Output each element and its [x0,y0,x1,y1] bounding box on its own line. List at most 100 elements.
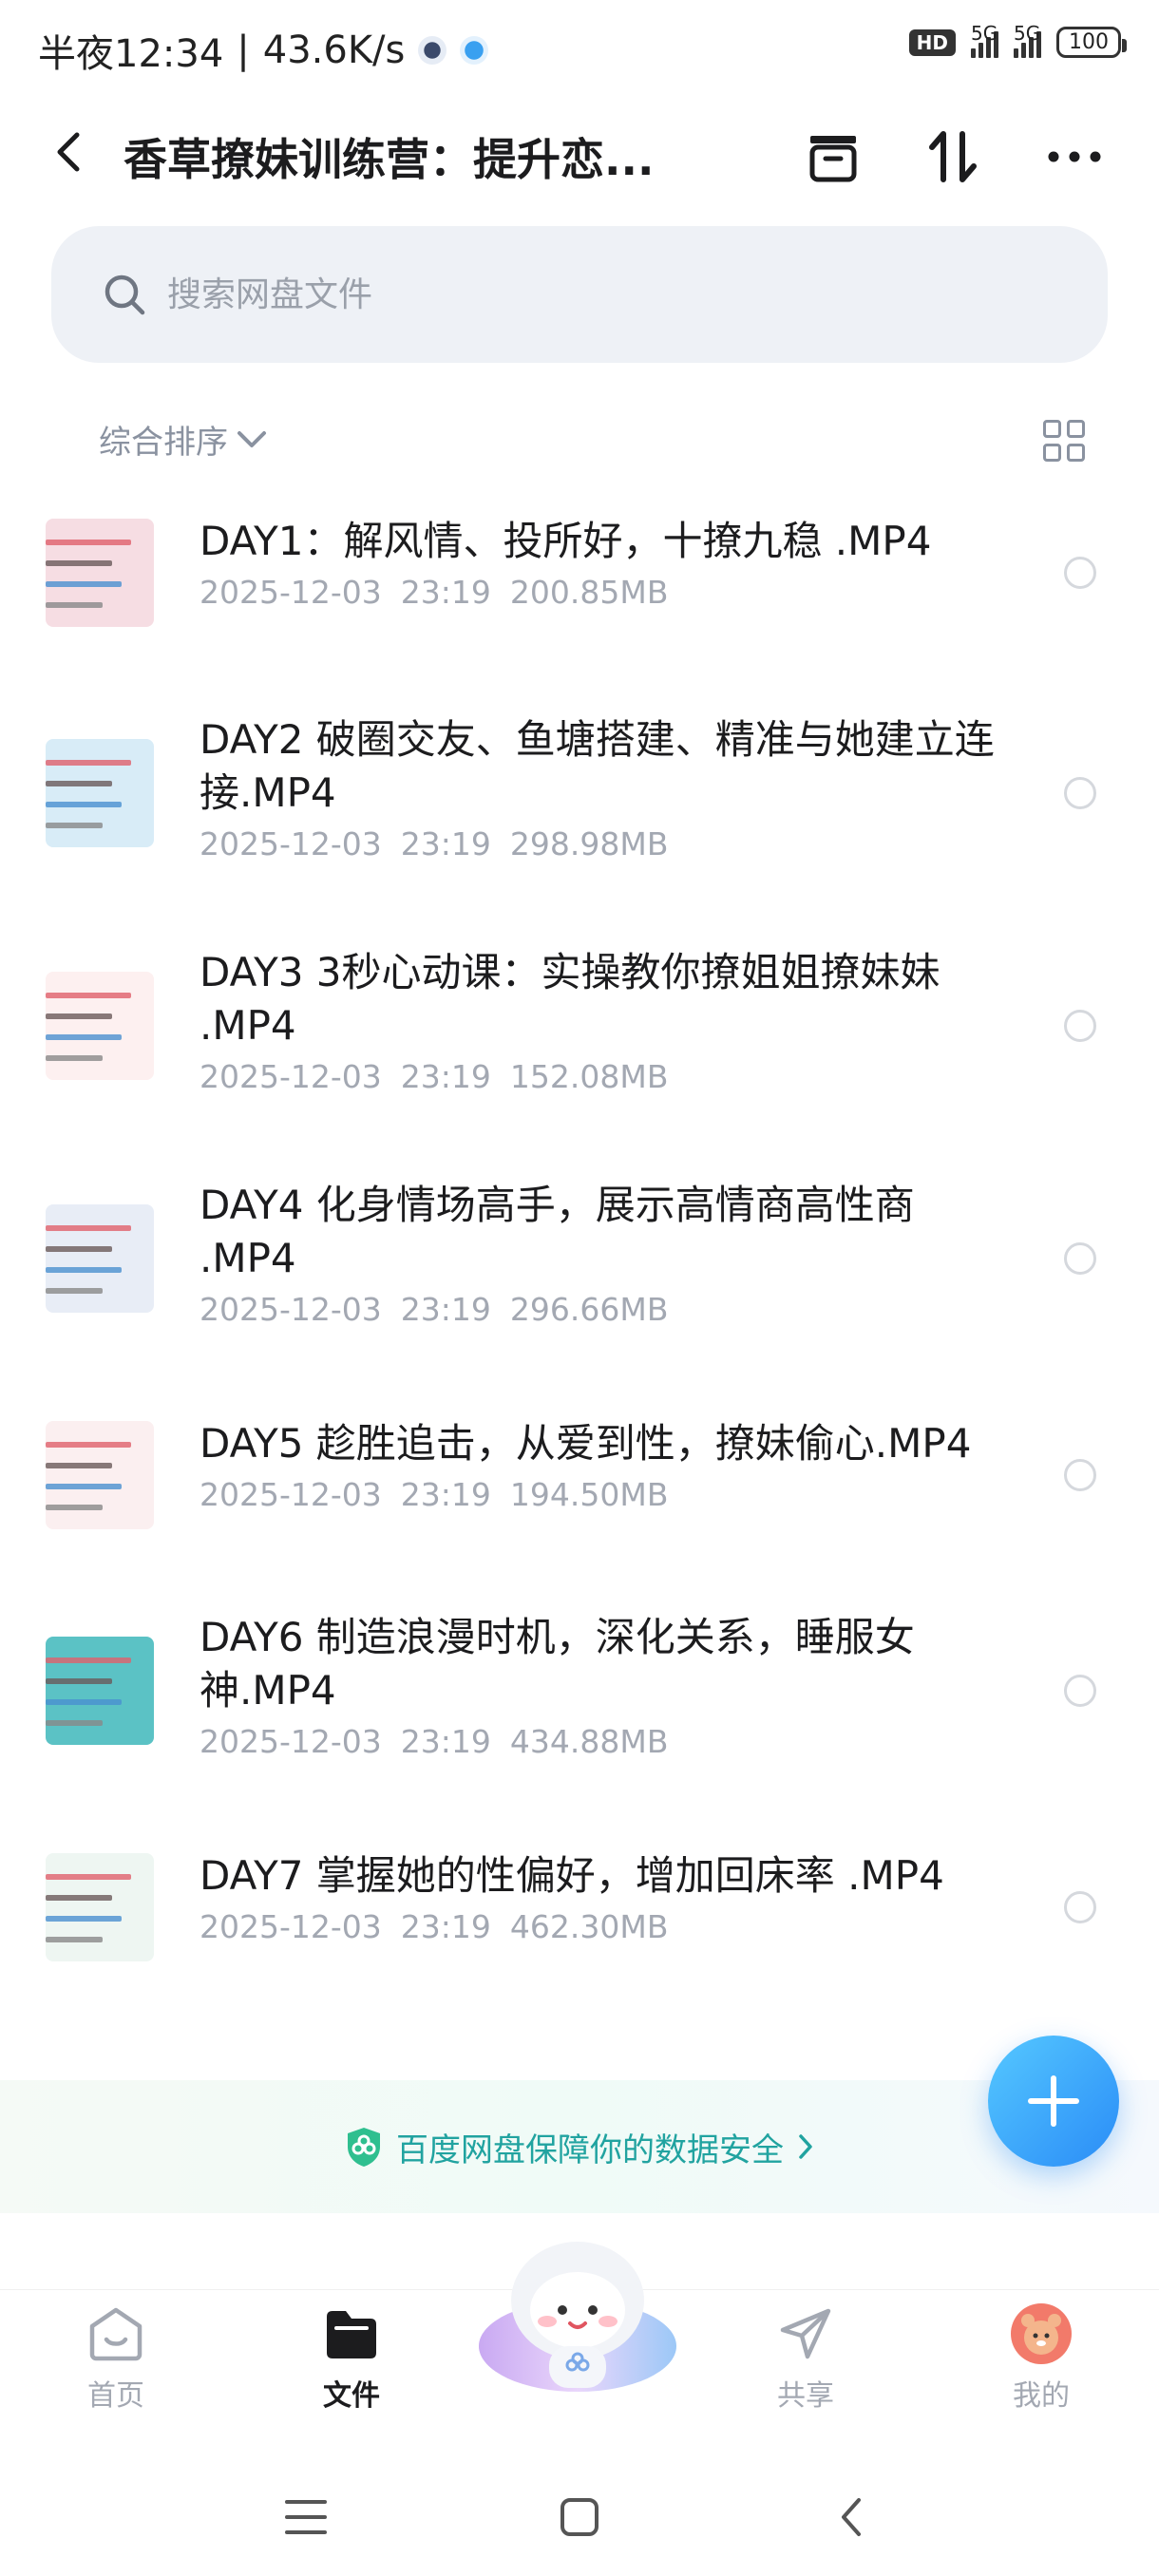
signal-icon: 5G [971,22,998,58]
folder-icon [321,2303,382,2364]
thumbnail-text-line [46,781,112,786]
add-button[interactable] [988,2036,1119,2167]
thumbnail-text-line [46,1225,131,1231]
shield-icon [348,2128,380,2167]
list-item[interactable]: DAY6 制造浪漫时机，深化关系，睡服女神.MP4 2025-12-03 23:19… [0,1605,1159,1776]
file-date: 2025-12-03 [200,1291,382,1328]
ai-assistant-button[interactable] [475,2234,680,2396]
file-name: DAY2 破圈交友、鱼塘搭建、精准与她建立连接.MP4 [200,716,995,816]
thumbnail-text-line [46,1442,131,1448]
video-thumbnail [46,1421,154,1529]
select-radio[interactable] [1064,1675,1096,1707]
thumbnail-text-line [46,1678,112,1684]
plus-icon [1028,2075,1079,2127]
file-meta: 2025-12-03 23:19 298.98MB [200,825,668,862]
file-date: 2025-12-03 [200,1723,382,1760]
more-button[interactable] [1041,123,1108,190]
thumbnail-text-line [46,1874,131,1880]
back-system-button[interactable] [823,2489,880,2546]
select-radio[interactable] [1064,1010,1096,1042]
file-size: 200.85MB [509,574,669,611]
select-radio[interactable] [1064,777,1096,809]
thumbnail-text-line [46,1034,122,1040]
nav-home[interactable]: 首页 [49,2290,182,2414]
file-time: 23:19 [400,1058,491,1095]
file-meta: 2025-12-03 23:19 462.30MB [200,1908,668,1945]
grid-view-icon[interactable] [1043,420,1085,462]
nav-home-label: 首页 [87,2379,144,2413]
file-name: DAY6 制造浪漫时机，深化关系，睡服女神.MP4 [200,1614,915,1714]
file-date: 2025-12-03 [200,1476,382,1513]
thumbnail-text-line [46,1916,122,1922]
select-radio[interactable] [1064,1459,1096,1491]
signal-label: 5G [971,21,998,45]
file-size: 298.98MB [509,825,669,862]
archive-button[interactable] [800,123,866,190]
home-icon [86,2303,146,2364]
sort-dropdown[interactable]: 综合排序 [99,416,268,463]
thumbnail-text-line [46,1895,112,1901]
list-item[interactable]: DAY2 破圈交友、鱼塘搭建、精准与她建立连接.MP4 2025-12-03 23:… [0,708,1159,879]
file-meta: 2025-12-03 23:19 152.08MB [200,1058,668,1095]
select-radio[interactable] [1064,1242,1096,1275]
list-item[interactable]: DAY7 掌握她的性偏好，增加回床率 .MP4 2025-12-03 23:19 46… [0,1838,1159,1976]
home-system-button[interactable] [551,2489,608,2546]
sort-label: 综合排序 [99,424,228,462]
select-radio[interactable] [1064,1891,1096,1923]
file-size: 194.50MB [509,1476,669,1513]
security-banner[interactable]: 百度网盘保障你的数据安全 [0,2080,1159,2213]
list-item[interactable]: DAY4 化身情场高手，展示高情商高性商 .MP4 2025-12-03 23:19… [0,1173,1159,1344]
nav-files-label: 文件 [323,2379,380,2413]
status-time: 半夜12:34 [38,32,224,76]
thumbnail-text-line [46,760,131,766]
thumbnail-text-line [46,1505,103,1510]
file-size: 462.30MB [509,1908,669,1945]
status-speed: 43.6K/s [262,28,406,72]
file-meta: 2025-12-03 23:19 296.66MB [200,1291,668,1328]
thumbnail-text-line [46,1657,131,1663]
thumbnail-text-line [46,1720,103,1726]
file-time: 23:19 [400,1291,491,1328]
search-input[interactable] [167,275,927,314]
avatar [1011,2303,1072,2364]
video-thumbnail [46,1204,154,1313]
file-date: 2025-12-03 [200,1908,382,1945]
signal-icon-2: 5G [1014,22,1041,58]
thumbnail-text-line [46,1288,103,1294]
search-bar[interactable] [51,226,1108,363]
system-nav-bar [0,2460,1159,2576]
file-name: DAY4 化身情场高手，展示高情商高性商 .MP4 [200,1182,915,1281]
hd-icon: HD [908,28,956,56]
video-thumbnail [46,739,154,847]
select-radio[interactable] [1064,557,1096,589]
back-button[interactable] [48,131,89,173]
thumbnail-text-line [46,1463,112,1468]
thumbnail-text-line [46,1937,103,1942]
list-item[interactable]: DAY3 3秒心动课：实操教你撩姐姐撩妹妹 .MP4 2025-12-03 23:1… [0,940,1159,1111]
thumbnail-text-line [46,1013,112,1019]
file-time: 23:19 [400,1908,491,1945]
thumbnail-text-line [46,1055,103,1061]
list-item[interactable]: DAY5 趁胜追击，从爱到性，撩妹偷心.MP4 2025-12-03 23:19 19… [0,1406,1159,1544]
nav-me[interactable]: 我的 [975,2290,1108,2414]
menu-button[interactable] [277,2489,334,2546]
list-item[interactable]: DAY1：解风情、投所好，十撩九稳 .MP4 2025-12-03 23:19 200… [0,503,1159,641]
nav-share[interactable]: 共享 [739,2290,872,2414]
signal-label-2: 5G [1014,21,1041,45]
security-banner-text: 百度网盘保障你的数据安全 [396,2131,784,2169]
thumbnail-text-line [46,823,103,828]
video-thumbnail [46,972,154,1080]
file-date: 2025-12-03 [200,825,382,862]
thumbnail-text-line [46,540,131,545]
search-icon [101,271,148,318]
thumbnail-text-line [46,993,131,998]
file-date: 2025-12-03 [200,574,382,611]
archive-icon [809,136,857,182]
status-left: 半夜12:34 | 43.6K/s [38,23,489,78]
video-thumbnail [46,1853,154,1961]
file-meta: 2025-12-03 23:19 194.50MB [200,1476,668,1513]
nav-files[interactable]: 文件 [285,2290,418,2414]
thumbnail-text-line [46,1484,122,1489]
sort-button[interactable] [920,123,986,190]
file-time: 23:19 [400,1476,491,1513]
